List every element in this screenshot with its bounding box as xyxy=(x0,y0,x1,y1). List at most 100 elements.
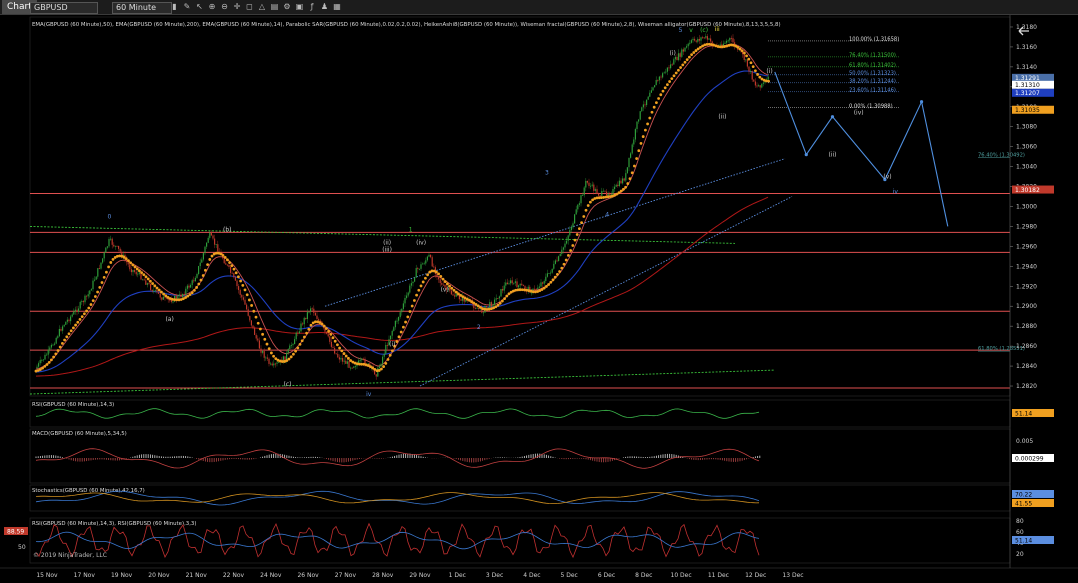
properties-icon[interactable]: ⚙ xyxy=(283,2,292,12)
wave-label: (ii) xyxy=(718,114,726,121)
candle-body xyxy=(265,357,267,359)
drawing-objects-icon[interactable]: △ xyxy=(258,2,267,12)
sar-dot xyxy=(419,284,423,288)
candle-body xyxy=(561,249,563,254)
candle-body xyxy=(602,190,604,192)
x-tick-label: 12 Dec xyxy=(745,572,766,579)
pointer-icon[interactable]: ↖ xyxy=(195,2,204,12)
crosshair-icon[interactable]: ✛ xyxy=(233,2,242,12)
candle-body xyxy=(46,354,48,356)
strategies-icon[interactable]: ♟ xyxy=(320,2,329,12)
zoom-in-icon[interactable]: ⊕ xyxy=(208,2,217,12)
sar-dot xyxy=(135,267,139,271)
candle-body xyxy=(199,262,201,267)
hide-icon[interactable]: ◻ xyxy=(245,2,254,12)
candle-body xyxy=(106,246,108,248)
candle-body xyxy=(383,353,385,357)
candle-body xyxy=(743,54,745,60)
sar-dot xyxy=(223,255,227,259)
candle-body xyxy=(615,184,617,187)
candle-body xyxy=(95,276,97,280)
candle-body xyxy=(542,282,544,284)
chart-toolbar: Chart GBPUSD 60 Minute ▮ ✎ ↖ ⊕ ⊖ ✛ ◻ △ ▤ ⚙ ▣ ƒ ♟ ▦ xyxy=(0,0,1078,15)
candle-body xyxy=(86,295,88,297)
candle-body xyxy=(191,280,193,285)
candle-body xyxy=(626,167,628,174)
candle-body xyxy=(306,312,308,320)
sar-dot xyxy=(560,266,564,270)
candle-body xyxy=(598,193,600,196)
candle-body xyxy=(657,80,659,81)
indicators-icon[interactable]: ƒ xyxy=(308,2,317,12)
candle-body xyxy=(508,283,510,285)
lock-icon[interactable]: ▣ xyxy=(295,2,304,12)
wave-label: iv xyxy=(893,189,899,196)
sar-dot xyxy=(626,182,630,185)
candle-body xyxy=(314,312,316,316)
sar-dot xyxy=(241,283,245,287)
candle-body xyxy=(630,153,632,158)
candle-body xyxy=(238,286,240,291)
sar-dot xyxy=(648,116,652,120)
candle-body xyxy=(756,85,758,87)
candle-body xyxy=(644,104,646,106)
candle-body xyxy=(38,363,40,367)
candle-body xyxy=(215,244,217,246)
sar-dot xyxy=(655,101,658,105)
candle-body xyxy=(169,299,171,301)
candle-body xyxy=(550,272,552,274)
sar-dot xyxy=(52,355,55,359)
candle-body xyxy=(594,189,596,191)
sar-dot xyxy=(545,285,548,288)
candle-body xyxy=(566,240,568,244)
y-tick-label: 1.3000 xyxy=(1016,204,1037,211)
templates-icon[interactable]: ▤ xyxy=(270,2,279,12)
sar-dot xyxy=(683,60,687,64)
candle-body xyxy=(94,279,96,281)
sar-dot xyxy=(98,285,102,289)
sar-dot xyxy=(397,335,401,339)
sar-dot xyxy=(652,105,656,109)
sar-dot xyxy=(303,335,306,339)
sar-dot xyxy=(644,128,647,132)
sar-dot xyxy=(333,339,337,343)
x-tick-label: 17 Nov xyxy=(74,572,96,579)
sar-dot xyxy=(67,332,71,336)
timeframe-selector[interactable]: 60 Minute xyxy=(112,2,172,14)
bar-style-icon[interactable]: ▮ xyxy=(170,2,179,12)
sar-dot xyxy=(547,283,550,286)
candle-body xyxy=(439,279,441,284)
y-tick-label: 1.2980 xyxy=(1016,223,1037,230)
sar-dot xyxy=(413,299,416,302)
sar-dot xyxy=(208,258,212,261)
candle-body xyxy=(334,347,336,354)
candle-body xyxy=(266,357,268,359)
candle-body xyxy=(130,269,132,273)
sar-dot xyxy=(78,318,82,321)
sar-dot xyxy=(138,269,141,273)
candle-body xyxy=(337,353,339,358)
chart-canvas[interactable]: 100.00% (1.31658) 76.40% (1.31500) 61.80% … xyxy=(0,15,1078,583)
sar-dot xyxy=(628,177,632,181)
candle-body xyxy=(42,359,44,361)
sar-dot xyxy=(272,354,275,358)
candle-body xyxy=(548,273,550,274)
candle-body xyxy=(214,238,216,245)
candle-body xyxy=(310,308,312,312)
sar-dot xyxy=(85,309,88,313)
zoom-out-icon[interactable]: ⊖ xyxy=(220,2,229,12)
x-tick-label: 28 Nov xyxy=(372,572,394,579)
x-tick-label: 19 Nov xyxy=(111,572,133,579)
sar-dot xyxy=(292,352,295,356)
data-box-icon[interactable]: ▦ xyxy=(333,2,342,12)
candle-body xyxy=(156,289,158,293)
candle-body xyxy=(575,209,577,215)
candle-body xyxy=(732,38,734,43)
macd-panel-label: MACD(GBPUSD (60 Minute),5,34,5) xyxy=(32,431,127,437)
instrument-selector[interactable]: GBPUSD xyxy=(30,2,98,14)
candle-body xyxy=(316,315,318,320)
sar-dot xyxy=(690,53,693,57)
candle-body xyxy=(78,308,80,312)
draw-tool-icon[interactable]: ✎ xyxy=(183,2,192,12)
sar-dot xyxy=(162,292,166,296)
